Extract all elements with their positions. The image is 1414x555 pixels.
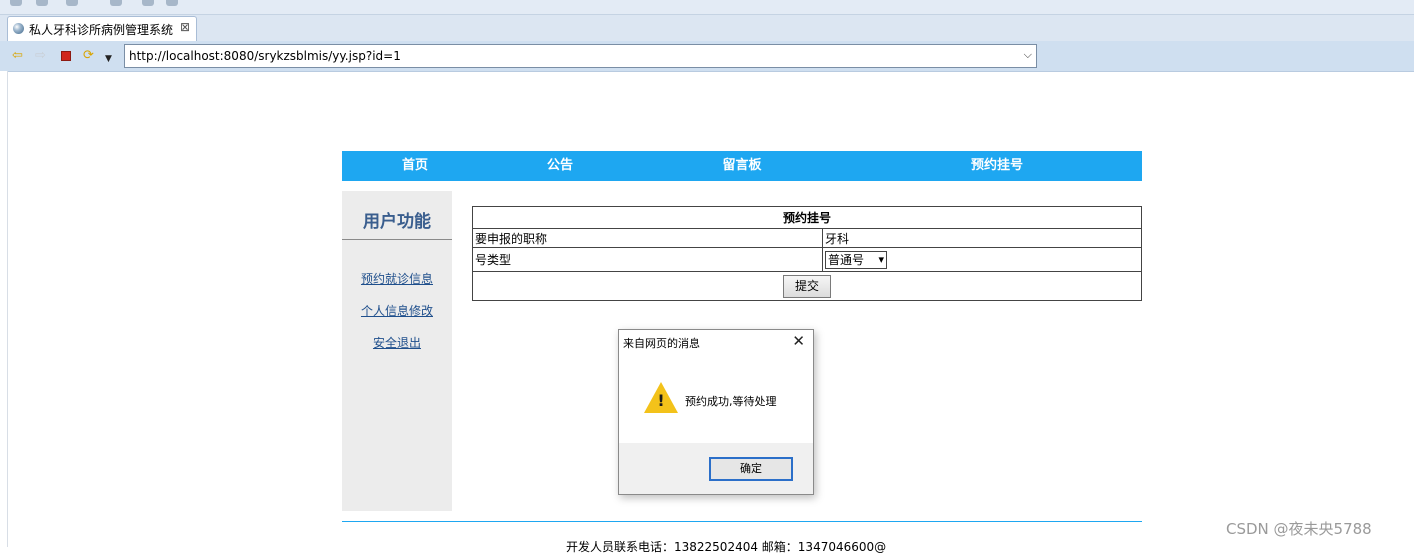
back-arrow-icon[interactable]: ⇦ [12, 48, 23, 64]
nav-message-board[interactable]: 留言板 [702, 151, 782, 181]
sidebar-link-appointments[interactable]: 预约就诊信息 [342, 270, 452, 287]
url-input[interactable]: http://localhost:8080/srykzsblmis/yy.jsp… [124, 44, 1037, 68]
field-value: 牙科 [822, 228, 1142, 248]
sidebar-title: 用户功能 [363, 212, 431, 232]
nav-home[interactable]: 首页 [382, 151, 448, 181]
editor-tab-strip [0, 15, 1414, 41]
toolbar-button[interactable] [142, 0, 154, 6]
browser-tab[interactable]: 私人牙科诊所病例管理系统 ⊠ [7, 16, 197, 41]
submit-button[interactable]: 提交 [783, 274, 831, 298]
globe-icon [13, 23, 24, 34]
nav-appointment[interactable]: 预约挂号 [952, 151, 1042, 181]
refresh-icon[interactable]: ⟳ [83, 48, 94, 64]
alert-dialog: 来自网页的消息 ✕ ! 预约成功,等待处理 确定 [618, 329, 814, 495]
watermark: CSDN @夜未央5788 [1226, 520, 1372, 538]
stop-icon[interactable] [61, 51, 71, 61]
main-nav: 首页 公告 留言板 预约挂号 [342, 151, 1142, 181]
footer-divider [342, 521, 1142, 522]
dialog-footer: 确定 [619, 443, 813, 494]
ok-button[interactable]: 确定 [709, 457, 793, 481]
appointment-form: 预约挂号 要申报的职称 牙科 号类型 普通号 ▾ 提交 [472, 206, 1142, 301]
ticket-type-select[interactable]: 普通号 ▾ [825, 250, 887, 269]
form-title: 预约挂号 [472, 206, 1142, 229]
field-label: 要申报的职称 [472, 228, 823, 248]
forward-arrow-icon[interactable]: ⇨ [35, 48, 46, 64]
toolbar-button[interactable] [66, 0, 78, 6]
chevron-down-icon[interactable]: ⌵ [1024, 48, 1032, 62]
toolbar-button[interactable] [10, 0, 22, 6]
toolbar-button[interactable] [110, 0, 122, 6]
sidebar-link-profile[interactable]: 个人信息修改 [342, 302, 452, 319]
close-icon[interactable]: ✕ [792, 332, 805, 350]
chevron-down-icon: ▾ [878, 252, 884, 266]
editor-gutter [0, 71, 8, 547]
dialog-title: 来自网页的消息 [623, 337, 700, 350]
sidebar-link-logout[interactable]: 安全退出 [342, 334, 452, 351]
ide-toolbar [0, 0, 1414, 15]
nav-notice[interactable]: 公告 [527, 151, 593, 181]
sidebar: 用户功能 预约就诊信息 个人信息修改 安全退出 [342, 191, 452, 511]
browser-tab-title: 私人牙科诊所病例管理系统 [29, 23, 174, 37]
warning-icon-mark: ! [657, 391, 665, 410]
toolbar-button[interactable] [36, 0, 48, 6]
ticket-type-selected: 普通号 [828, 252, 865, 267]
url-text: http://localhost:8080/srykzsblmis/yy.jsp… [129, 49, 401, 63]
sidebar-divider [342, 239, 452, 240]
nav-dropdown-icon[interactable]: ▼ [105, 51, 112, 67]
toolbar-button[interactable] [166, 0, 178, 6]
dialog-message: 预约成功,等待处理 [685, 395, 777, 408]
field-label: 号类型 [472, 247, 823, 272]
close-icon[interactable]: ⊠ [180, 20, 190, 34]
